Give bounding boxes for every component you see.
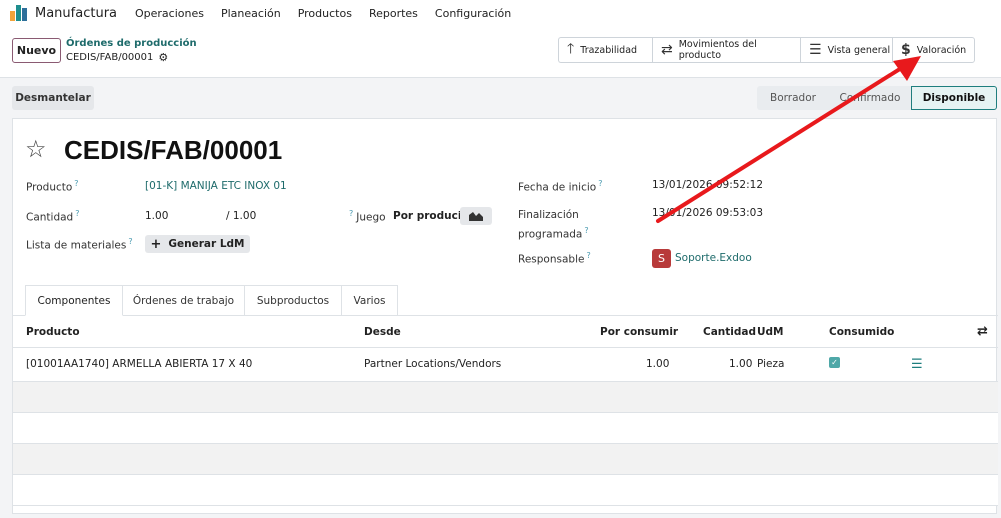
scheduled-end-field[interactable]: 13/01/2026 09:53:03 [652,207,763,219]
traceability-button[interactable]: 🡑 Trazabilidad [558,37,652,63]
empty-row [13,413,998,444]
help-icon[interactable]: ? [598,179,602,188]
row-from[interactable]: Partner Locations/Vendors [364,358,501,370]
product-moves-button[interactable]: ⇄ Movimientos del producto [652,37,800,63]
consumed-checkbox[interactable]: ✓ [829,357,840,368]
start-date-field[interactable]: 13/01/2026 09:52:12 [652,179,763,191]
row-quantity[interactable]: 1.00 [729,358,752,370]
tab-subproductos[interactable]: Subproductos [245,285,342,316]
col-to-consume[interactable]: Por consumir [600,326,678,338]
table-header: Producto Desde Por consumir Cantidad UdM… [13,316,998,348]
product-moves-label: Movimientos del producto [678,39,757,61]
availability-chart-button[interactable] [460,207,492,225]
empty-row [13,475,998,506]
quantity-field[interactable]: 1.00 [145,210,168,222]
row-product[interactable]: [01001AA1740] ARMELLA ABIERTA 17 X 40 [26,358,252,370]
main-menu: Operaciones Planeación Productos Reporte… [125,7,518,20]
overview-button[interactable]: ☰ Vista general [800,37,892,63]
stage-borrador[interactable]: Borrador [757,86,829,110]
status-row: Desmantelar Borrador Confirmado Disponib… [0,79,1001,117]
kit-status: Por producir [393,210,467,222]
help-icon[interactable]: ? [584,226,588,235]
star-icon[interactable]: ☆ [25,135,47,163]
scheduled-end-label: Finalización programada? [518,209,589,241]
empty-row [13,382,998,413]
list-icon: ☰ [809,42,822,58]
detailed-operations-icon[interactable]: ☰ [911,357,923,372]
col-from[interactable]: Desde [364,326,401,338]
col-product[interactable]: Producto [26,326,80,338]
menu-productos[interactable]: Productos [298,7,352,20]
empty-row [13,444,998,475]
avatar: S [652,249,671,268]
menu-configuracion[interactable]: Configuración [435,7,511,20]
valuation-label: Valoración [916,44,967,56]
valuation-button[interactable]: $ Valoración [892,37,975,63]
tab-componentes[interactable]: Componentes [25,285,123,316]
control-panel: Nuevo Órdenes de producción CEDIS/FAB/00… [0,26,1001,78]
menu-planeacion[interactable]: Planeación [221,7,281,20]
stage-disponible[interactable]: Disponible [911,86,997,110]
breadcrumb-parent[interactable]: Órdenes de producción [66,38,197,49]
arrow-up-icon: 🡑 [567,41,575,57]
start-date-label: Fecha de inicio? [518,179,603,194]
product-field[interactable]: [01-K] MANIJA ETC INOX 01 [145,180,287,192]
quantity-label: Cantidad? [26,209,80,224]
stage-confirmado[interactable]: Confirmado [829,86,911,110]
row-uom: Pieza [757,358,785,370]
generate-bom-button[interactable]: + Generar LdM [145,235,250,253]
generate-bom-label: Generar LdM [168,238,245,250]
plus-icon: + [150,236,162,252]
product-label: Producto? [26,179,79,194]
area-chart-icon [469,212,483,221]
breadcrumb-current: CEDIS/FAB/00001 ⚙ [66,51,168,64]
record-title: CEDIS/FAB/00001 [64,135,283,165]
help-icon[interactable]: ? [75,209,79,218]
bom-label: Lista de materiales? [26,237,133,252]
col-uom[interactable]: UdM [757,326,784,338]
dollar-icon: $ [901,42,911,58]
help-icon[interactable]: ? [349,209,353,218]
optional-columns-icon[interactable]: ⇄ [977,324,988,339]
help-icon[interactable]: ? [586,251,590,260]
kit-label: ? Juego [349,209,386,224]
manufacturing-app-icon[interactable] [10,5,30,21]
quantity-total: / 1.00 [226,210,257,222]
table-row[interactable]: [01001AA1740] ARMELLA ABIERTA 17 X 40 Pa… [13,348,998,382]
row-to-consume: 1.00 [646,358,670,370]
menu-reportes[interactable]: Reportes [369,7,418,20]
overview-label: Vista general [827,44,891,56]
help-icon[interactable]: ? [74,179,78,188]
gear-icon[interactable]: ⚙ [158,51,168,64]
col-quantity[interactable]: Cantidad [703,326,756,338]
tab-ordenes-trabajo[interactable]: Órdenes de trabajo [123,285,245,316]
traceability-label: Trazabilidad [580,44,638,56]
dismantle-button[interactable]: Desmantelar [12,86,94,110]
new-button[interactable]: Nuevo [12,38,61,63]
responsible-field[interactable]: Soporte.Exdoo [675,252,752,264]
col-consumed[interactable]: Consumido [829,326,894,338]
top-navbar: Manufactura Operaciones Planeación Produ… [0,0,1001,26]
breadcrumb-current-label: CEDIS/FAB/00001 [66,52,154,63]
form-sheet: ☆ CEDIS/FAB/00001 Producto? [01-K] MANIJ… [12,118,998,514]
menu-operaciones[interactable]: Operaciones [135,7,204,20]
help-icon[interactable]: ? [128,237,132,246]
transfer-icon: ⇄ [661,42,673,58]
notebook-tabs: Componentes Órdenes de trabajo Subproduc… [25,285,398,316]
tab-varios[interactable]: Varios [342,285,398,316]
responsible-label: Responsable? [518,251,591,266]
app-name[interactable]: Manufactura [35,6,117,21]
